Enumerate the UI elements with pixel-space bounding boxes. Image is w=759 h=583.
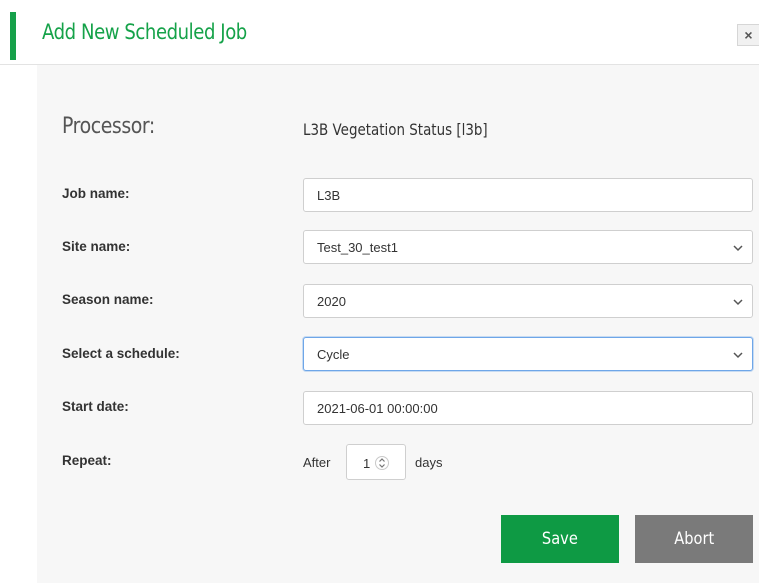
season-name-label: Season name: — [62, 292, 154, 307]
close-button[interactable]: × — [737, 24, 759, 46]
site-name-label: Site name: — [62, 239, 131, 254]
spinner-arrows-icon[interactable] — [375, 453, 389, 473]
close-icon: × — [744, 27, 753, 43]
chevron-down-icon — [733, 245, 743, 252]
start-date-value: 2021-06-01 00:00:00 — [317, 400, 438, 416]
repeat-label: Repeat: — [62, 453, 112, 468]
start-date-label: Start date: — [62, 399, 129, 414]
repeat-value: 1 — [363, 456, 371, 471]
start-date-input[interactable]: 2021-06-01 00:00:00 — [303, 391, 753, 425]
repeat-stepper[interactable]: 1 — [346, 444, 406, 480]
dialog-body — [37, 65, 759, 583]
dialog-title: Add New Scheduled Job — [42, 20, 247, 44]
processor-label: Processor: — [62, 114, 155, 139]
dialog-header: Add New Scheduled Job × — [0, 0, 759, 65]
save-button-label: Save — [542, 529, 578, 549]
schedule-label: Select a schedule: — [62, 346, 180, 361]
site-name-select[interactable]: Test_30_test1 — [303, 230, 753, 264]
processor-value: L3B Vegetation Status [l3b] — [303, 120, 488, 139]
chevron-down-icon — [733, 352, 743, 359]
schedule-select[interactable]: Cycle — [303, 337, 753, 371]
job-name-value: L3B — [317, 187, 341, 203]
abort-button-label: Abort — [674, 529, 714, 549]
job-name-label: Job name: — [62, 186, 130, 201]
job-name-input[interactable]: L3B — [303, 178, 753, 212]
dialog-left-margin — [0, 65, 37, 583]
abort-button[interactable]: Abort — [635, 515, 753, 563]
season-name-value: 2020 — [317, 293, 346, 309]
site-name-value: Test_30_test1 — [317, 239, 398, 255]
season-name-select[interactable]: 2020 — [303, 284, 753, 318]
repeat-suffix: days — [415, 455, 443, 470]
save-button[interactable]: Save — [501, 515, 619, 563]
chevron-down-icon — [733, 299, 743, 306]
header-accent-stripe — [10, 12, 16, 60]
schedule-value: Cycle — [317, 346, 350, 362]
repeat-prefix: After — [303, 455, 331, 470]
